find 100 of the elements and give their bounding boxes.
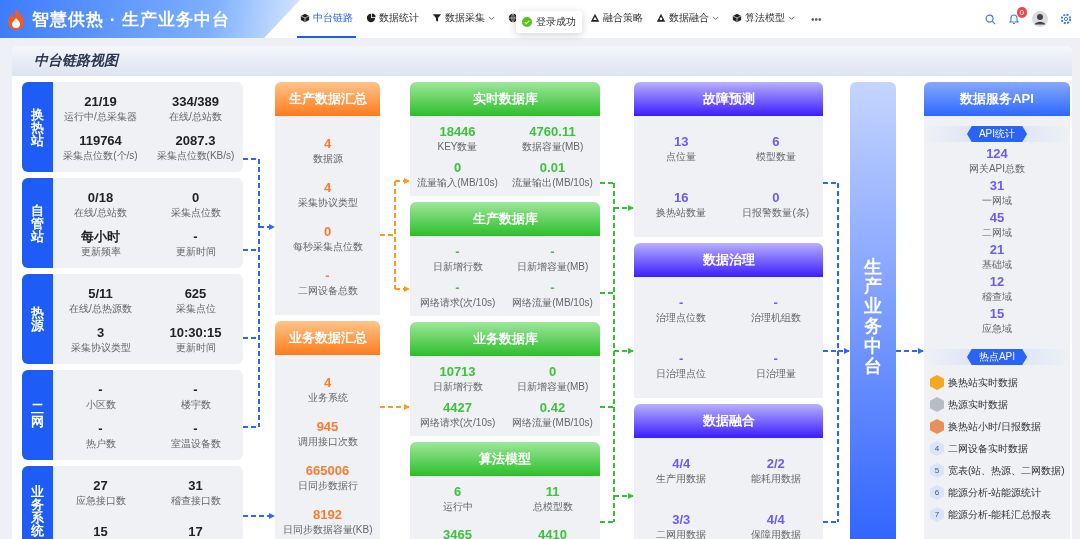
metric-value: 17 bbox=[188, 524, 203, 539]
metric-label: 在线/总热源数 bbox=[69, 303, 132, 315]
metric-value: 2087.3 bbox=[175, 133, 216, 148]
metric-value: 27 bbox=[93, 478, 108, 493]
metric-value: 3/3 bbox=[672, 512, 691, 528]
metric-value: 0/18 bbox=[87, 190, 114, 205]
panel-title: 中台链路视图 bbox=[12, 46, 1072, 76]
metric-value: 0.42 bbox=[539, 399, 566, 415]
metric-label: 日治理量 bbox=[755, 368, 796, 381]
metric-label: 日同步数据行 bbox=[297, 480, 358, 492]
section-tag: 热点API bbox=[966, 349, 1028, 365]
metric-label: 点位量 bbox=[666, 150, 697, 163]
metric-label: 网络流量(MB/10s) bbox=[512, 416, 593, 429]
metric-value: 16 bbox=[674, 190, 689, 206]
metric-value: 21 bbox=[989, 242, 1005, 257]
metric-label: 采集协议类型 bbox=[70, 342, 131, 354]
metric-label: 热户数 bbox=[85, 438, 116, 450]
metric-value: - bbox=[550, 243, 555, 259]
metric-label: 采集点位 bbox=[175, 303, 216, 315]
metric-value: 945 bbox=[316, 419, 339, 434]
metric-label: 流量输入(MB/10s) bbox=[417, 176, 498, 189]
metric-value: 每小时 bbox=[81, 229, 120, 244]
metric-label: 楼宇数 bbox=[180, 399, 211, 411]
metric-label: 运行中 bbox=[442, 500, 473, 513]
metric-value: - bbox=[325, 268, 330, 283]
hub-bar: 生产业务中台 bbox=[850, 82, 896, 539]
metric-value: 18446 bbox=[439, 123, 476, 139]
metric-value: 4 bbox=[323, 375, 332, 390]
metric-value: 45 bbox=[989, 210, 1005, 225]
metric-label: 每秒采集点位数 bbox=[292, 241, 363, 253]
rank-badge: 4 bbox=[930, 441, 944, 456]
metric-label: 应急域 bbox=[982, 323, 1012, 335]
metric-value: 4 bbox=[323, 136, 332, 151]
metric-label: 应急接口数 bbox=[75, 495, 126, 507]
metric-label: 网关API总数 bbox=[968, 163, 1026, 175]
metric-value: 0.01 bbox=[539, 159, 566, 175]
metric-label: 运行中/总采集器 bbox=[64, 111, 137, 123]
card-header: 实时数据库 bbox=[410, 82, 600, 116]
metric-label: 换热站数量 bbox=[656, 207, 707, 220]
metric-label: 日新增行数 bbox=[432, 260, 483, 273]
rank-badge: 5 bbox=[930, 463, 944, 478]
metric-label: 稽查域 bbox=[982, 291, 1012, 303]
card-header: 数据服务API bbox=[924, 82, 1070, 116]
metric-value: 31 bbox=[989, 178, 1005, 193]
metric-value: - bbox=[98, 382, 103, 397]
metric-label: 流量输出(MB/10s) bbox=[512, 176, 593, 189]
metric-value: 625 bbox=[184, 286, 207, 301]
metric-value: 31 bbox=[188, 478, 203, 493]
metric-label: 二网用数据 bbox=[656, 529, 707, 539]
card-header: 数据融合 bbox=[634, 404, 823, 438]
metric-label: 网络流量(MB/10s) bbox=[512, 296, 593, 309]
notification-badge: 0 bbox=[1016, 7, 1027, 18]
metric-label: 更新时间 bbox=[175, 342, 216, 354]
metric-value: 6 bbox=[772, 133, 780, 149]
metric-value: 3 bbox=[96, 325, 105, 340]
section-tag: API统计 bbox=[966, 126, 1028, 142]
card-header: 生产数据汇总 bbox=[275, 82, 380, 116]
metric-value: 0 bbox=[191, 190, 200, 205]
metric-value: 4 bbox=[323, 180, 332, 195]
metric-value: - bbox=[550, 279, 555, 295]
metric-label: 更新时间 bbox=[175, 246, 216, 258]
metric-value: - bbox=[679, 294, 684, 310]
metric-value: 15 bbox=[989, 306, 1005, 321]
metric-label: 更新频率 bbox=[80, 246, 121, 258]
metric-value: - bbox=[679, 351, 684, 367]
metric-label: 基础域 bbox=[982, 259, 1012, 271]
metric-label: 网络请求(次/10s) bbox=[419, 416, 496, 429]
metric-value: 0 bbox=[453, 159, 462, 175]
metric-value: 2/2 bbox=[766, 455, 785, 471]
metric-value: 4760.11 bbox=[529, 123, 576, 139]
metric-label: 调用接口次数 bbox=[297, 436, 358, 448]
app-title: 智慧供热 · 生产业务中台 bbox=[32, 8, 231, 31]
metric-label: 采集点位数(KB/s) bbox=[156, 150, 235, 162]
metric-label: 采集协议类型 bbox=[297, 197, 358, 209]
metric-label: KEY数量 bbox=[437, 140, 478, 153]
metric-value: - bbox=[455, 243, 460, 259]
rank-badge: 7 bbox=[930, 507, 944, 522]
metric-value: 4427 bbox=[443, 399, 472, 415]
metric-value: 21/19 bbox=[84, 94, 117, 109]
metric-label: 治理机组数 bbox=[750, 311, 801, 324]
metric-value: - bbox=[193, 421, 198, 436]
card-header: 业务数据库 bbox=[410, 322, 600, 356]
metric-label: 稽查接口数 bbox=[170, 495, 221, 507]
metric-value: 665006 bbox=[305, 463, 350, 478]
metric-value: 8192 bbox=[313, 507, 342, 522]
metric-label: 采集点位数(个/s) bbox=[63, 150, 138, 162]
metric-label: 日同步数据容量(KB) bbox=[282, 524, 373, 536]
metric-label: 日新增容量(MB) bbox=[516, 260, 589, 273]
metric-label: 网络请求(次/10s) bbox=[419, 296, 496, 309]
metric-value: 11 bbox=[545, 483, 560, 499]
metric-value: 12 bbox=[989, 274, 1005, 289]
metric-value: 124 bbox=[986, 146, 1008, 161]
card-header: 故障预测 bbox=[634, 82, 823, 116]
metric-label: 日治理点位 bbox=[656, 368, 707, 381]
metric-value: - bbox=[98, 421, 103, 436]
metric-value: 4/4 bbox=[672, 455, 691, 471]
metric-label: 日新增行数 bbox=[432, 380, 483, 393]
metric-value: 10713 bbox=[439, 363, 476, 379]
metric-value: 0 bbox=[323, 224, 332, 239]
metric-value: - bbox=[193, 382, 198, 397]
